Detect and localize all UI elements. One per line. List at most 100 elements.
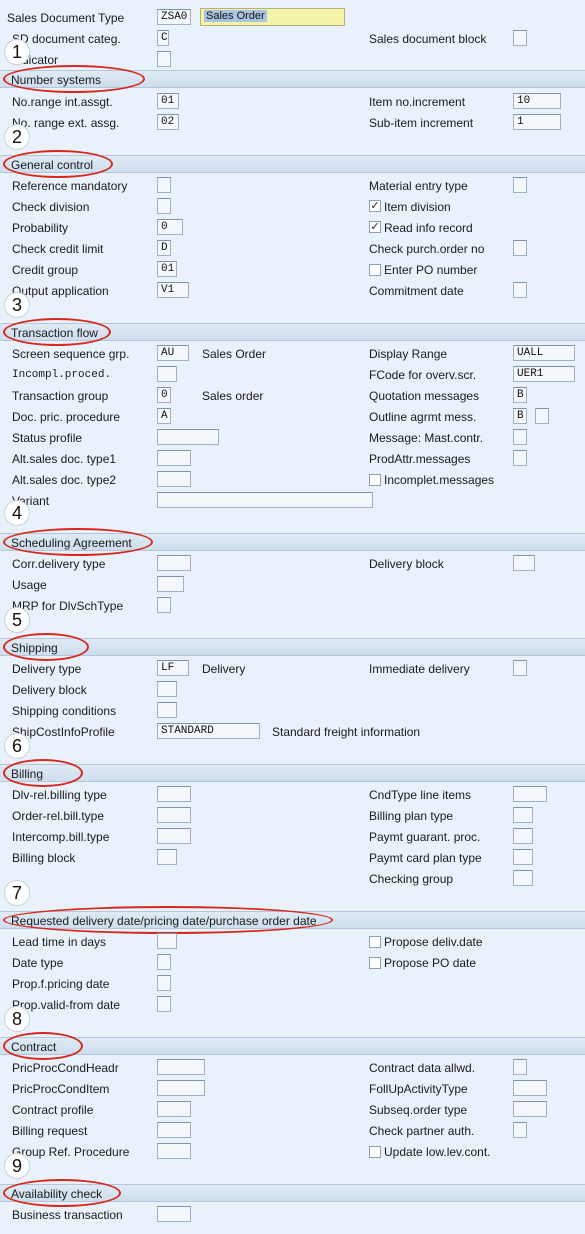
- mast-contr-field[interactable]: [513, 429, 527, 445]
- check-credit-limit-field[interactable]: D: [157, 240, 171, 256]
- propose-po-date-checkbox[interactable]: [369, 957, 381, 969]
- sd-categ-field[interactable]: C: [157, 30, 169, 46]
- commitment-date-field[interactable]: [513, 282, 527, 298]
- checking-group-field[interactable]: [513, 870, 533, 886]
- shipcost-field[interactable]: STANDARD: [157, 723, 260, 739]
- no-range-ext-field[interactable]: 02: [157, 114, 179, 130]
- prodattr-label: ProdAttr.messages: [369, 452, 471, 466]
- sub-item-increment-field[interactable]: 1: [513, 114, 561, 130]
- mast-contr-label: Message: Mast.contr.: [369, 431, 484, 445]
- output-application-field[interactable]: V1: [157, 282, 189, 298]
- sched-delivery-block-label: Delivery block: [369, 557, 444, 571]
- prop-valid-label: Prop.valid-from date: [12, 998, 121, 1012]
- marker-2: 2: [4, 124, 30, 150]
- prop-pricing-field[interactable]: [157, 975, 171, 991]
- enter-po-number-checkbox[interactable]: [369, 264, 381, 276]
- quotation-messages-label: Quotation messages: [369, 389, 480, 403]
- indicator-field[interactable]: [157, 51, 171, 67]
- mrp-field[interactable]: [157, 597, 171, 613]
- propose-po-date-label: Propose PO date: [384, 956, 477, 970]
- cndtype-field[interactable]: [513, 786, 547, 802]
- incompl-proced-field[interactable]: [157, 366, 177, 382]
- marker-3: 3: [4, 292, 30, 318]
- item-division-checkbox[interactable]: ✓: [369, 200, 381, 212]
- contract-data-field[interactable]: [513, 1059, 527, 1075]
- follup-field[interactable]: [513, 1080, 547, 1096]
- section-billing: Billing: [0, 764, 585, 782]
- subseq-field[interactable]: [513, 1101, 547, 1117]
- check-division-field[interactable]: [157, 198, 171, 214]
- screen-seq-desc: Sales Order: [202, 347, 267, 361]
- intercomp-bill-field[interactable]: [157, 828, 191, 844]
- pric-item-field[interactable]: [157, 1080, 205, 1096]
- group-ref-field[interactable]: [157, 1143, 191, 1159]
- no-range-int-field[interactable]: 01: [157, 93, 179, 109]
- display-range-field[interactable]: UALL: [513, 345, 575, 361]
- doc-block-field[interactable]: [513, 30, 527, 46]
- marker-8: 8: [4, 1006, 30, 1032]
- sub-item-increment-label: Sub-item increment: [369, 116, 474, 130]
- paymt-card-field[interactable]: [513, 849, 533, 865]
- corr-delivery-field[interactable]: [157, 555, 191, 571]
- annotation-ellipse: [3, 318, 111, 346]
- quotation-messages-field[interactable]: B: [513, 387, 527, 403]
- date-type-field[interactable]: [157, 954, 171, 970]
- outline-agrmt-extra-field[interactable]: [535, 408, 549, 424]
- update-low-checkbox[interactable]: [369, 1146, 381, 1158]
- incomplet-messages-checkbox[interactable]: [369, 474, 381, 486]
- item-increment-field[interactable]: 10: [513, 93, 561, 109]
- probability-field[interactable]: 0: [157, 219, 183, 235]
- no-range-ext-label: No. range ext. assg.: [12, 116, 120, 130]
- alt-type1-field[interactable]: [157, 450, 191, 466]
- usage-field[interactable]: [157, 576, 184, 592]
- material-entry-label: Material entry type: [369, 179, 468, 193]
- order-rel-bill-field[interactable]: [157, 807, 191, 823]
- sched-delivery-block-field[interactable]: [513, 555, 535, 571]
- reference-mandatory-field[interactable]: [157, 177, 171, 193]
- delivery-type-field[interactable]: LF: [157, 660, 189, 676]
- variant-field[interactable]: [157, 492, 373, 508]
- fcode-label: FCode for overv.scr.: [369, 368, 477, 382]
- alt-type2-field[interactable]: [157, 471, 191, 487]
- doc-block-label: Sales document block: [369, 32, 487, 46]
- prodattr-field[interactable]: [513, 450, 527, 466]
- fcode-field[interactable]: UER1: [513, 366, 575, 382]
- status-profile-field[interactable]: [157, 429, 219, 445]
- checking-group-label: Checking group: [369, 872, 454, 886]
- pric-headr-field[interactable]: [157, 1059, 205, 1075]
- prop-valid-field[interactable]: [157, 996, 171, 1012]
- check-partner-field[interactable]: [513, 1122, 527, 1138]
- contract-profile-field[interactable]: [157, 1101, 191, 1117]
- marker-1: 1: [4, 39, 30, 65]
- shipping-conditions-field[interactable]: [157, 702, 177, 718]
- billing-request-field[interactable]: [157, 1122, 191, 1138]
- billing-block-field[interactable]: [157, 849, 177, 865]
- material-entry-field[interactable]: [513, 177, 527, 193]
- doc-type-desc-field[interactable]: Sales Order: [200, 8, 345, 26]
- propose-deliv-date-checkbox[interactable]: [369, 936, 381, 948]
- ship-delivery-block-field[interactable]: [157, 681, 177, 697]
- shipcost-desc: Standard freight information: [272, 725, 421, 739]
- dlv-rel-billing-field[interactable]: [157, 786, 191, 802]
- annotation-ellipse: [3, 65, 145, 93]
- no-range-int-label: No.range int.assgt.: [12, 95, 113, 109]
- check-purch-order-field[interactable]: [513, 240, 527, 256]
- order-rel-bill-label: Order-rel.bill.type: [12, 809, 105, 823]
- business-transaction-field[interactable]: [157, 1206, 191, 1222]
- screen-seq-field[interactable]: AU: [157, 345, 189, 361]
- read-info-record-checkbox[interactable]: ✓: [369, 221, 381, 233]
- immediate-delivery-field[interactable]: [513, 660, 527, 676]
- marker-7: 7: [4, 880, 30, 906]
- corr-delivery-label: Corr.delivery type: [12, 557, 106, 571]
- annotation-ellipse: [3, 906, 333, 934]
- lead-time-field[interactable]: [157, 933, 177, 949]
- transaction-group-field[interactable]: 0: [157, 387, 171, 403]
- paymt-guarant-field[interactable]: [513, 828, 533, 844]
- billing-plan-type-field[interactable]: [513, 807, 533, 823]
- outline-agrmt-field[interactable]: B: [513, 408, 527, 424]
- doc-type-code-field[interactable]: ZSA0: [157, 9, 191, 25]
- usage-label: Usage: [12, 578, 47, 592]
- doc-type-desc-text: Sales Order: [204, 10, 267, 22]
- credit-group-field[interactable]: 01: [157, 261, 177, 277]
- doc-pric-procedure-field[interactable]: A: [157, 408, 171, 424]
